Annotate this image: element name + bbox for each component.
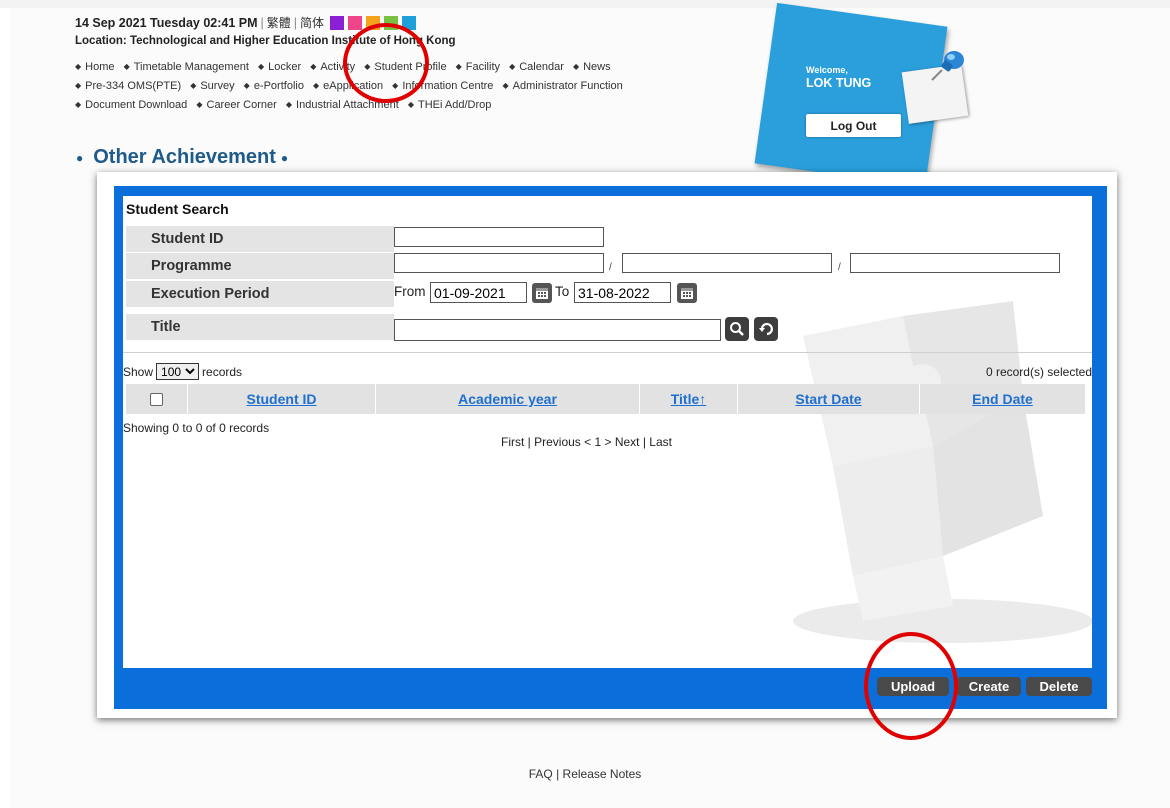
diamond-icon: ◆	[572, 62, 580, 71]
diamond-icon: ◆	[502, 81, 509, 90]
student-id-input[interactable]	[394, 227, 604, 247]
select-all-checkbox[interactable]	[150, 392, 163, 406]
nav-home[interactable]: ◆ Home	[75, 61, 115, 73]
top-strip	[0, 0, 1170, 8]
search-icon[interactable]	[725, 317, 749, 341]
nav-e-portfolio[interactable]: ◆ e-Portfolio	[244, 80, 304, 92]
nav-timetable-management[interactable]: ◆ Timetable Management	[124, 61, 249, 73]
from-label: From	[394, 284, 426, 299]
execution-period-label-row: Execution Period	[126, 281, 394, 307]
nav-administrator-function[interactable]: ◆ Administrator Function	[503, 80, 623, 92]
divider	[123, 352, 1092, 353]
reset-icon[interactable]	[754, 317, 778, 341]
slash-separator: /	[609, 262, 612, 273]
create-button[interactable]: Create	[957, 677, 1021, 696]
diamond-icon: ◆	[75, 62, 82, 71]
table-header: Student ID Academic year Title↑ Start Da…	[126, 384, 1086, 414]
page-size-control: Show 100 records	[123, 363, 242, 380]
pushpin-icon	[931, 51, 964, 81]
to-label: To	[555, 284, 570, 299]
puzzle-background-icon	[793, 301, 1092, 643]
nav-news[interactable]: ◆ News	[573, 61, 611, 73]
lang-simplified-link[interactable]: 简体	[300, 14, 324, 31]
diamond-icon: ◆	[407, 100, 414, 109]
delete-button[interactable]: Delete	[1026, 677, 1092, 696]
col-student-id[interactable]: Student ID	[188, 384, 376, 414]
diamond-icon: ◆	[509, 62, 516, 71]
title-input[interactable]	[394, 319, 721, 341]
nav-locker[interactable]: ◆ Locker	[258, 61, 301, 73]
diamond-icon: ◆	[455, 62, 462, 71]
col-academic-year[interactable]: Academic year	[376, 384, 640, 414]
diamond-icon: ◆	[243, 81, 250, 90]
showing-text: Showing 0 to 0 of 0 records	[123, 421, 270, 435]
nav-career-corner[interactable]: ◆ Career Corner	[196, 99, 276, 111]
diamond-icon: ◆	[310, 62, 317, 71]
nav-document-download[interactable]: ◆ Document Download	[75, 99, 187, 111]
theme-swatch-pink[interactable]	[348, 15, 363, 30]
diamond-icon: ◆	[257, 62, 265, 71]
theme-swatch-purple[interactable]	[330, 15, 345, 30]
welcome-username: LOK TUNG	[806, 76, 872, 90]
select-all-cell	[126, 384, 188, 414]
bullet-icon: ●	[76, 150, 84, 165]
programme-label-row: Programme	[126, 253, 394, 279]
nav-pre-334-oms[interactable]: ◆ Pre-334 OMS(PTE)	[75, 80, 181, 92]
footer-links[interactable]: FAQ | Release Notes	[0, 767, 1170, 781]
selected-count: 0 record(s) selected	[985, 365, 1092, 379]
diamond-icon: ◆	[75, 100, 82, 109]
diamond-icon: ◆	[75, 81, 82, 90]
from-calendar-icon[interactable]	[532, 283, 552, 303]
page-size-select[interactable]: 100	[156, 363, 200, 380]
diamond-icon: ◆	[196, 100, 203, 109]
programme-input-1[interactable]	[394, 253, 604, 273]
bullet-icon: ●	[280, 150, 289, 165]
from-date-input[interactable]	[430, 282, 527, 303]
diamond-icon: ◆	[123, 62, 130, 71]
nav-thei-add-drop[interactable]: ◆ THEi Add/Drop	[408, 99, 492, 111]
title-label-row: Title	[126, 314, 394, 340]
diamond-icon: ◆	[285, 100, 293, 109]
to-date-input[interactable]	[574, 282, 671, 303]
diamond-icon: ◆	[313, 81, 320, 90]
diamond-icon: ◆	[190, 81, 197, 90]
nav-survey[interactable]: ◆ Survey	[190, 80, 234, 92]
welcome-label: Welcome,	[806, 65, 848, 75]
programme-input-3[interactable]	[850, 253, 1060, 273]
programme-input-2[interactable]	[622, 253, 832, 273]
nav-row-3: ◆ Document Download ◆ Career Corner ◆ Indus…	[75, 98, 497, 111]
col-title[interactable]: Title↑	[640, 384, 738, 414]
student-id-label-row: Student ID	[126, 226, 394, 252]
annotation-circle-activity	[343, 23, 429, 103]
to-calendar-icon[interactable]	[677, 283, 697, 303]
col-end-date[interactable]: End Date	[920, 384, 1086, 414]
slash-separator: /	[838, 262, 841, 273]
pagination[interactable]: First | Previous < 1 > Next | Last	[501, 435, 672, 449]
lang-traditional-link[interactable]: 繁體	[267, 14, 291, 31]
datetime: 14 Sep 2021 Tuesday 02:41 PM	[75, 15, 258, 30]
logout-button[interactable]: Log Out	[806, 114, 901, 137]
nav-calendar[interactable]: ◆ Calendar	[509, 61, 564, 73]
nav-facility[interactable]: ◆ Facility	[456, 61, 500, 73]
main-panel: Student Search Student ID Programme / / …	[123, 196, 1092, 668]
col-start-date[interactable]: Start Date	[738, 384, 920, 414]
student-search-title: Student Search	[126, 201, 229, 217]
annotation-circle-upload	[864, 632, 958, 740]
page-title: ● Other Achievement ●	[76, 146, 289, 168]
